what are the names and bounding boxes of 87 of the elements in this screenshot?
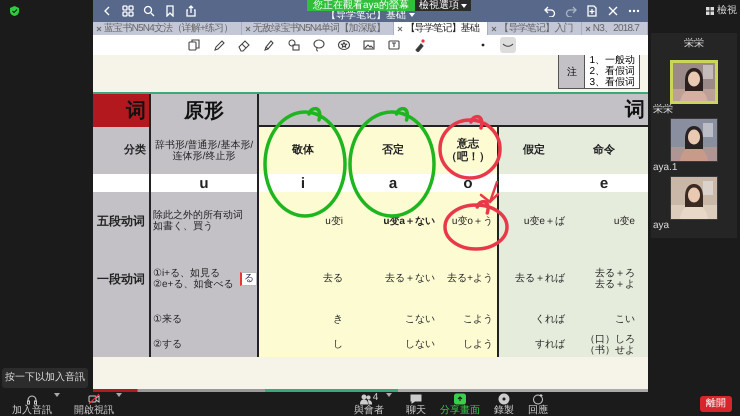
column-header: 分类 bbox=[93, 127, 151, 174]
close-icon[interactable] bbox=[397, 26, 404, 32]
table-cell: 去る＋れば bbox=[499, 250, 569, 307]
view-options-button[interactable]: 檢視選項 bbox=[415, 0, 472, 11]
table-cell: こない bbox=[347, 307, 439, 332]
participant-name: aya.1 bbox=[652, 162, 678, 174]
table-cell: すれば bbox=[499, 332, 569, 357]
table-cell: 除此之外的所有动词 如書く、買う bbox=[151, 192, 259, 250]
chat-icon[interactable] bbox=[410, 392, 422, 404]
table-cell: 去る bbox=[259, 250, 347, 307]
column-header: 词 bbox=[93, 94, 151, 127]
share-banner: 您正在觀看aya的螢幕 bbox=[307, 0, 416, 11]
table-cell: （口）しろ （书）せよ bbox=[569, 332, 639, 357]
table-cell: しよう bbox=[439, 332, 499, 357]
shield-icon bbox=[10, 6, 19, 16]
participant-name: 栄栄 bbox=[683, 36, 705, 51]
participant-name: aya bbox=[652, 220, 670, 232]
leave-button[interactable]: 離開 bbox=[700, 396, 732, 412]
row-header: 五段动词 bbox=[93, 192, 151, 250]
stroke-tool-icon[interactable] bbox=[500, 37, 516, 53]
document-tab[interactable]: 【导学笔记】基础 bbox=[394, 22, 488, 35]
reactions-button[interactable]: 回應 bbox=[528, 392, 548, 416]
row-header: 一段动词 bbox=[93, 250, 151, 307]
table-cell: し bbox=[259, 332, 347, 357]
table-cell: こよう bbox=[439, 307, 499, 332]
table-cell: a bbox=[347, 174, 439, 192]
column-header: 命令 bbox=[569, 127, 639, 174]
table-cell: 去る+よう bbox=[439, 250, 499, 307]
bookmark-icon[interactable] bbox=[164, 5, 176, 17]
caret-icon[interactable] bbox=[461, 4, 468, 8]
participants-icon[interactable] bbox=[360, 392, 372, 404]
table-cell: 去る＋ろ 去る＋よ bbox=[569, 250, 639, 307]
grid-icon[interactable] bbox=[122, 5, 134, 17]
table-cell: ①来る bbox=[151, 307, 259, 332]
column-header: 原形 bbox=[151, 94, 259, 127]
column-header: 词 bbox=[259, 94, 648, 127]
close-icon[interactable] bbox=[491, 26, 498, 32]
search-icon[interactable] bbox=[143, 5, 155, 17]
participant-count: 4 bbox=[372, 392, 378, 402]
tooltip: 按一下以加入音訊 bbox=[2, 368, 88, 388]
participants-button[interactable]: 4 與會者 bbox=[354, 392, 384, 416]
table-cell bbox=[639, 174, 648, 192]
record-icon[interactable] bbox=[498, 392, 510, 404]
close-icon[interactable] bbox=[584, 26, 591, 32]
note-label: 注 bbox=[559, 55, 586, 88]
table-cell: くれば bbox=[499, 307, 569, 332]
audio-icon[interactable] bbox=[26, 392, 38, 404]
table-cell: u变e＋ば bbox=[499, 192, 569, 250]
chat-button[interactable]: 聊天 bbox=[406, 392, 426, 416]
column-header: 辞书形/普通形/基本形/连体形/终止形 bbox=[151, 127, 259, 174]
record-button[interactable]: 錄製 bbox=[494, 392, 514, 416]
redo-icon[interactable] bbox=[565, 5, 577, 17]
video-button[interactable]: 開啟視訊 bbox=[74, 392, 114, 416]
table-cell: i bbox=[259, 174, 347, 192]
table-cell: u变i bbox=[259, 192, 347, 250]
add-page-icon[interactable] bbox=[586, 5, 598, 17]
table-cell: u变e bbox=[569, 192, 639, 250]
rule-text: ①i+る、如見る ②e+る、如食べる bbox=[153, 268, 234, 290]
close-icon[interactable] bbox=[96, 26, 102, 32]
lasso-tool-icon[interactable] bbox=[310, 37, 326, 53]
table-cell bbox=[499, 174, 569, 192]
table-cell: しない bbox=[347, 332, 439, 357]
sticker-tool-icon[interactable] bbox=[336, 37, 352, 53]
more-icon[interactable] bbox=[628, 9, 640, 13]
share-icon[interactable] bbox=[454, 392, 466, 404]
sticky-note: る bbox=[240, 272, 257, 286]
table-cell: き bbox=[259, 307, 347, 332]
table-cell: 去る＋ない bbox=[347, 250, 439, 307]
pages-tool-icon[interactable] bbox=[186, 37, 202, 53]
grid-view-icon[interactable] bbox=[706, 7, 714, 15]
column-header: 敬体 bbox=[259, 127, 347, 174]
participant-name: 栄栄 bbox=[652, 104, 674, 116]
column-header: 否定 bbox=[347, 127, 439, 174]
share-button[interactable]: 分享畫面 bbox=[440, 392, 480, 416]
reactions-icon[interactable] bbox=[532, 392, 544, 404]
video-icon[interactable] bbox=[88, 392, 100, 404]
table-cell: e bbox=[569, 174, 639, 192]
audio-button[interactable]: 加入音訊 bbox=[12, 392, 52, 416]
view-button[interactable]: 檢視 bbox=[717, 5, 737, 17]
table-cell: こい bbox=[569, 307, 639, 332]
column-header: 假定 bbox=[499, 127, 569, 174]
table-cell: ②する bbox=[151, 332, 259, 357]
note-text: 1、一般动 2、看假词 3、看假词 bbox=[585, 55, 639, 88]
shapes-tool-icon[interactable] bbox=[286, 37, 302, 53]
table-cell: u bbox=[151, 174, 259, 192]
undo-icon[interactable] bbox=[544, 5, 556, 17]
close-icon[interactable] bbox=[244, 26, 251, 32]
